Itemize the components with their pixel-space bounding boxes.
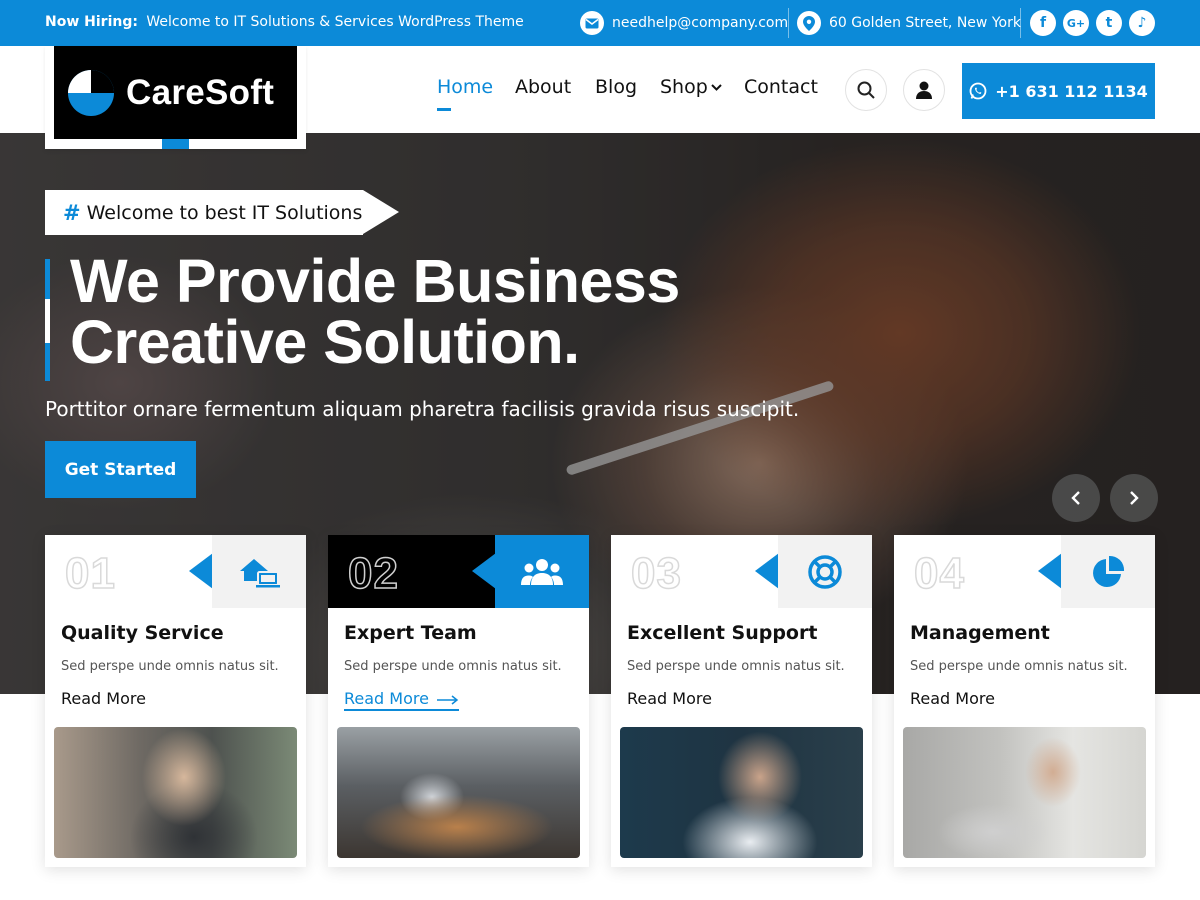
card-title: Excellent Support [627, 622, 818, 644]
card-icon-box [1061, 535, 1155, 608]
nav-about[interactable]: About [515, 76, 571, 98]
card-description: Sed perspe unde omnis natus sit. [61, 659, 279, 674]
card-description: Sed perspe unde omnis natus sit. [910, 659, 1128, 674]
whatsapp-icon [969, 82, 987, 100]
tiktok-icon[interactable]: ♪ [1129, 10, 1155, 36]
read-more-link[interactable]: Read More [627, 689, 712, 708]
card-number: 03 [630, 548, 682, 599]
lifebuoy-icon [808, 554, 842, 589]
logo-container[interactable]: CareSoft [45, 46, 306, 149]
divider [1020, 8, 1021, 38]
card-title: Expert Team [344, 622, 477, 644]
card-description: Sed perspe unde omnis natus sit. [627, 659, 845, 674]
nav-blog[interactable]: Blog [595, 76, 637, 98]
hero-title-bar [45, 259, 50, 299]
nav-shop[interactable]: Shop [660, 76, 722, 98]
email-text: needhelp@company.com [612, 15, 789, 31]
phone-number: +1 631 112 1134 [995, 81, 1148, 101]
pie-chart-icon [1093, 555, 1125, 587]
card-title: Management [910, 622, 1050, 644]
hiring-text: Welcome to IT Solutions & Services WordP… [146, 14, 524, 30]
read-more-link[interactable]: Read More [910, 689, 995, 708]
google-plus-glyph: G+ [1066, 16, 1086, 30]
card-pointer [189, 553, 213, 589]
card-header: 04 [894, 535, 1155, 608]
search-icon [857, 81, 875, 99]
twitter-glyph: t [1105, 15, 1113, 31]
hiring-notice: Now Hiring: Welcome to IT Solutions & Se… [45, 14, 524, 30]
card-pointer [1038, 553, 1062, 589]
read-more-link[interactable]: Read More [61, 689, 146, 708]
slider-prev-button[interactable] [1052, 474, 1100, 522]
card-description: Sed perspe unde omnis natus sit. [344, 659, 562, 674]
facebook-icon[interactable]: f [1030, 10, 1056, 36]
feature-card[interactable]: 01 Quality Service Sed perspe unde omnis… [45, 535, 306, 867]
card-number: 02 [347, 548, 399, 599]
card-image [337, 727, 580, 858]
twitter-icon[interactable]: t [1096, 10, 1122, 36]
top-bar: Now Hiring: Welcome to IT Solutions & Se… [0, 0, 1200, 46]
nav-home[interactable]: Home [437, 76, 493, 98]
tiktok-glyph: ♪ [1137, 15, 1147, 31]
feature-card[interactable]: 02 Expert Team Sed perspe unde omnis nat… [328, 535, 589, 867]
email-icon [580, 11, 604, 35]
nav-contact[interactable]: Contact [744, 76, 818, 98]
card-image [903, 727, 1146, 858]
site-header: CareSoft Home About Blog Shop Contact +1… [0, 46, 1200, 149]
hero-tag-text: Welcome to best IT Solutions [86, 201, 363, 224]
phone-button[interactable]: +1 631 112 1134 [962, 63, 1155, 119]
card-icon-box [495, 535, 589, 608]
get-started-button[interactable]: Get Started [45, 441, 196, 498]
hero-title-bar [45, 343, 50, 381]
hero-tag-arrow [363, 190, 399, 234]
google-plus-icon[interactable]: G+ [1063, 10, 1089, 36]
facebook-glyph: f [1039, 15, 1047, 31]
card-image [620, 727, 863, 858]
hiring-label: Now Hiring: [45, 14, 138, 30]
hero-title-bar [45, 299, 50, 343]
nav-shop-label: Shop [660, 76, 708, 98]
card-image [54, 727, 297, 858]
hash-icon: # [63, 200, 81, 225]
hero-title-line1: We Provide Business [70, 247, 680, 315]
chevron-left-icon [1071, 491, 1080, 505]
chevron-down-icon [711, 84, 722, 91]
location-pin-icon [797, 11, 821, 35]
logo-accent [162, 139, 189, 149]
card-pointer [755, 553, 779, 589]
card-icon-box [778, 535, 872, 608]
card-icon-box [212, 535, 306, 608]
read-more-link[interactable]: Read More [344, 689, 459, 711]
card-title: Quality Service [61, 622, 224, 644]
divider [788, 8, 789, 38]
card-header: 01 [45, 535, 306, 608]
hero-title: We Provide Business Creative Solution. [70, 251, 680, 373]
logo-text: CareSoft [126, 73, 275, 112]
hero-tag: # Welcome to best IT Solutions [45, 190, 363, 235]
nav-active-indicator [437, 108, 451, 111]
card-number: 04 [913, 548, 965, 599]
feature-card[interactable]: 04 Management Sed perspe unde omnis natu… [894, 535, 1155, 867]
chevron-right-icon [1130, 491, 1139, 505]
email-contact[interactable]: needhelp@company.com [580, 11, 788, 35]
hero-title-line2: Creative Solution. [70, 308, 580, 376]
address-text: 60 Golden Street, New York [829, 15, 1021, 31]
home-devices-icon [240, 558, 280, 587]
read-more-label: Read More [344, 689, 429, 708]
card-header: 03 [611, 535, 872, 608]
feature-card[interactable]: 03 Excellent Support Sed perspe unde omn… [611, 535, 872, 867]
search-button[interactable] [845, 69, 887, 111]
user-icon [916, 81, 932, 99]
account-button[interactable] [903, 69, 945, 111]
logo[interactable]: CareSoft [54, 46, 297, 139]
team-icon [521, 558, 563, 585]
address-contact: 60 Golden Street, New York [797, 11, 1021, 35]
hero-subtitle: Porttitor ornare fermentum aliquam phare… [45, 397, 800, 421]
card-number: 01 [64, 548, 116, 599]
logo-mark-icon [68, 70, 114, 116]
slider-next-button[interactable] [1110, 474, 1158, 522]
arrow-right-icon [436, 694, 459, 705]
card-header: 02 [328, 535, 589, 608]
card-pointer [472, 553, 496, 589]
